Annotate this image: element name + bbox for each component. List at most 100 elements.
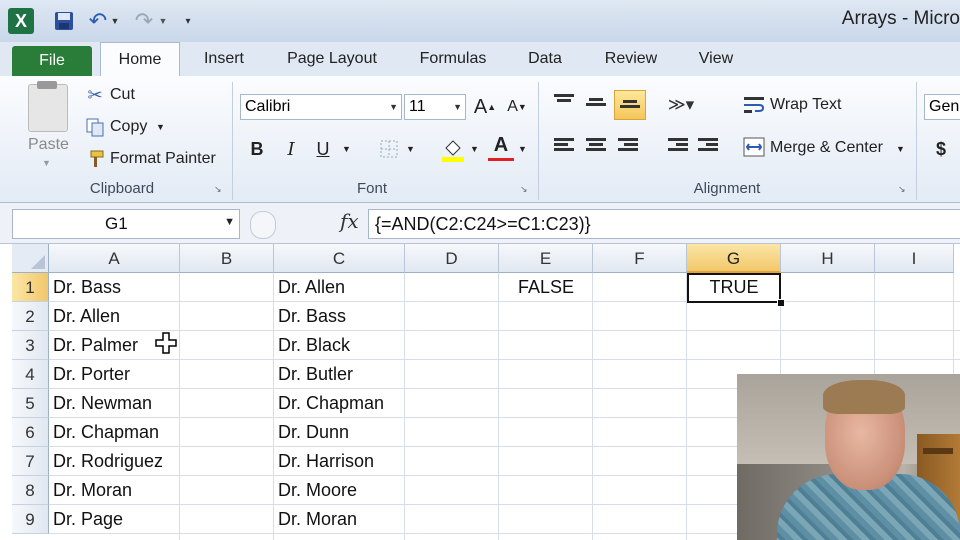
cell-a5[interactable]: Dr. Newman [49, 389, 180, 418]
cell-c3[interactable]: Dr. Black [274, 331, 405, 360]
cell-a4[interactable]: Dr. Porter [49, 360, 180, 389]
cell-a1[interactable]: Dr. Bass [49, 273, 180, 302]
row-header-9[interactable]: 9 [12, 505, 49, 534]
customize-quick-access-icon[interactable]: ▾ [180, 9, 196, 33]
merge-center-button[interactable]: Merge & Center [770, 139, 883, 157]
row-header-4[interactable]: 4 [12, 360, 49, 389]
excel-logo-icon[interactable]: X [8, 8, 34, 34]
cell-c7[interactable]: Dr. Harrison [274, 447, 405, 476]
formula-input[interactable]: {=AND(C2:C24>=C1:C23)} [368, 209, 960, 239]
cell-a7[interactable]: Dr. Rodriguez [49, 447, 180, 476]
borders-dropdown-icon[interactable]: ▼ [406, 144, 415, 154]
cell-a2[interactable]: Dr. Allen [49, 302, 180, 331]
paste-icon[interactable] [28, 81, 68, 132]
row-header-6[interactable]: 6 [12, 418, 49, 447]
tab-file[interactable]: File [12, 46, 92, 76]
wrap-text-button[interactable]: Wrap Text [770, 96, 841, 114]
font-name-select[interactable]: Calibri ▼ [240, 94, 402, 120]
decrease-indent-icon[interactable] [668, 138, 688, 156]
cell-c8[interactable]: Dr. Moore [274, 476, 405, 505]
middle-align-icon[interactable] [586, 98, 606, 116]
tab-review[interactable]: Review [594, 42, 668, 76]
cell-a9[interactable]: Dr. Page [49, 505, 180, 534]
fill-color-dropdown-icon[interactable]: ▼ [470, 144, 479, 154]
chevron-down-icon[interactable]: ▼ [224, 216, 235, 228]
row-header-5[interactable]: 5 [12, 389, 49, 418]
name-box[interactable]: G1 ▼ [12, 209, 240, 239]
redo-icon[interactable]: ↷ [132, 8, 156, 33]
scissors-icon[interactable]: ✂ [84, 84, 106, 106]
tab-formulas[interactable]: Formulas [408, 42, 498, 76]
alignment-launcher-icon[interactable]: ↘ [898, 184, 908, 194]
borders-icon[interactable] [376, 136, 402, 162]
copy-button[interactable]: Copy [110, 118, 147, 136]
cell-e1[interactable]: FALSE [499, 273, 593, 302]
fill-handle[interactable] [777, 299, 785, 307]
font-color-button[interactable]: A [488, 132, 514, 158]
tab-data[interactable]: Data [516, 42, 574, 76]
paste-button[interactable]: Paste [28, 136, 69, 154]
number-format-select[interactable]: Gen [924, 94, 960, 120]
column-header-h[interactable]: H [781, 244, 875, 273]
column-header-a[interactable]: A [49, 244, 180, 273]
column-header-d[interactable]: D [405, 244, 499, 273]
bottom-align-icon[interactable] [614, 90, 646, 120]
select-all-button[interactable] [12, 244, 49, 273]
increase-indent-icon[interactable] [698, 138, 718, 156]
font-color-dropdown-icon[interactable]: ▼ [518, 144, 527, 154]
column-header-i[interactable]: I [875, 244, 954, 273]
column-header-c[interactable]: C [274, 244, 405, 273]
row-header-1[interactable]: 1 [12, 273, 49, 302]
cell-a6[interactable]: Dr. Chapman [49, 418, 180, 447]
cell-c2[interactable]: Dr. Bass [274, 302, 405, 331]
align-left-icon[interactable] [554, 138, 574, 156]
tab-view[interactable]: View [688, 42, 744, 76]
clipboard-launcher-icon[interactable]: ↘ [214, 184, 224, 194]
currency-button[interactable]: $ [928, 136, 954, 162]
cell-c9[interactable]: Dr. Moran [274, 505, 405, 534]
cell-c1[interactable]: Dr. Allen [274, 273, 405, 302]
tab-insert[interactable]: Insert [192, 42, 256, 76]
undo-dropdown-icon[interactable]: ▼ [108, 9, 122, 33]
merge-dropdown-icon[interactable]: ▼ [896, 144, 905, 154]
row-header-8[interactable]: 8 [12, 476, 49, 505]
align-center-icon[interactable] [586, 138, 606, 156]
paste-dropdown-icon[interactable]: ▼ [42, 158, 51, 168]
redo-dropdown-icon[interactable]: ▼ [156, 9, 170, 33]
column-header-b[interactable]: B [180, 244, 274, 273]
underline-dropdown-icon[interactable]: ▼ [342, 144, 351, 154]
undo-icon[interactable]: ↶ [86, 8, 110, 33]
copy-icon[interactable] [84, 116, 106, 138]
save-icon[interactable] [52, 9, 76, 33]
underline-button[interactable]: U [310, 136, 336, 162]
tab-home[interactable]: Home [100, 42, 180, 76]
column-header-g[interactable]: G [687, 244, 781, 273]
orientation-icon[interactable]: ≫▾ [666, 92, 696, 118]
merge-center-icon[interactable] [742, 136, 766, 158]
cell-a8[interactable]: Dr. Moran [49, 476, 180, 505]
font-size-select[interactable]: 11 ▼ [404, 94, 466, 120]
fill-color-icon[interactable] [438, 134, 468, 164]
row-header-3[interactable]: 3 [12, 331, 49, 360]
cell-c6[interactable]: Dr. Dunn [274, 418, 405, 447]
top-align-icon[interactable] [554, 94, 574, 112]
insert-function-icon[interactable]: fx [340, 209, 359, 233]
font-launcher-icon[interactable]: ↘ [520, 184, 530, 194]
bold-button[interactable]: B [244, 136, 270, 162]
format-painter-button[interactable]: Format Painter [110, 150, 216, 168]
format-painter-icon[interactable] [84, 148, 106, 170]
wrap-text-icon[interactable] [742, 94, 766, 116]
row-header-2[interactable]: 2 [12, 302, 49, 331]
cut-button[interactable]: Cut [110, 86, 135, 104]
formula-bar-resize-handle[interactable] [250, 211, 276, 239]
cell-c5[interactable]: Dr. Chapman [274, 389, 405, 418]
grow-font-button[interactable]: A ▲ [472, 94, 498, 120]
column-header-e[interactable]: E [499, 244, 593, 273]
column-header-f[interactable]: F [593, 244, 687, 273]
copy-dropdown-icon[interactable]: ▼ [156, 122, 165, 132]
italic-button[interactable]: I [278, 136, 304, 162]
row-header-7[interactable]: 7 [12, 447, 49, 476]
tab-page-layout[interactable]: Page Layout [276, 42, 388, 76]
shrink-font-button[interactable]: A ▼ [504, 94, 530, 120]
cell-c4[interactable]: Dr. Butler [274, 360, 405, 389]
